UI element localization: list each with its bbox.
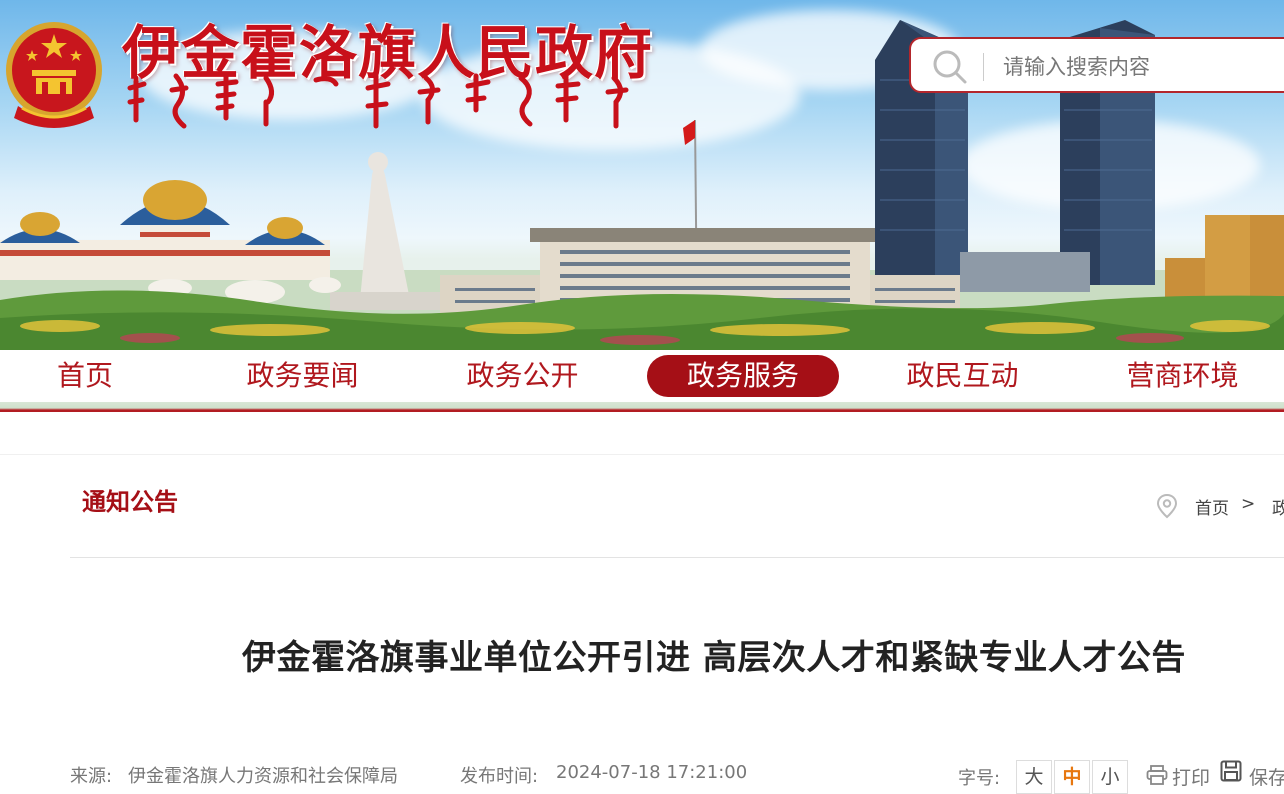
save-button[interactable]: 保存	[1249, 763, 1284, 790]
nav-item-government-disclosure[interactable]: 政务公开	[450, 355, 595, 397]
published-time: 2024-07-18 17:21:00	[556, 762, 748, 783]
national-emblem-icon	[6, 22, 102, 128]
mausoleum-pavilions	[0, 180, 330, 280]
printer-icon[interactable]	[1146, 765, 1168, 785]
article-source: 伊金霍洛旗人力资源和社会保障局	[128, 766, 398, 787]
section-title: 通知公告	[82, 488, 178, 516]
article-source-label: 来源:	[70, 766, 113, 787]
nav-item-home[interactable]: 首页	[35, 355, 135, 397]
mongolian-script-title	[127, 73, 629, 129]
nav-decorative-stripe	[0, 402, 1284, 412]
breadcrumb-item-current[interactable]: 政	[1272, 494, 1284, 519]
search-box[interactable]	[909, 37, 1284, 93]
search-divider	[983, 53, 984, 81]
search-icon[interactable]	[931, 48, 969, 86]
divider	[0, 454, 1284, 455]
breadcrumb-home[interactable]: 首页	[1195, 494, 1229, 519]
nav-item-business-environment[interactable]: 营商环境	[1110, 355, 1255, 397]
font-size-small-button[interactable]: 小	[1092, 760, 1128, 794]
breadcrumb-separator: >	[1241, 494, 1256, 514]
nav-item-government-news[interactable]: 政务要闻	[230, 355, 375, 397]
nav-item-public-interaction[interactable]: 政民互动	[890, 355, 1035, 397]
divider	[70, 557, 1284, 558]
font-size-label: 字号:	[958, 768, 1001, 789]
search-input[interactable]	[1001, 47, 1284, 87]
nav-item-government-services[interactable]: 政务服务	[647, 355, 839, 397]
font-size-large-button[interactable]: 大	[1016, 760, 1052, 794]
save-icon[interactable]	[1220, 760, 1242, 782]
font-size-medium-button[interactable]: 中	[1054, 760, 1090, 794]
golden-pillars	[1165, 215, 1284, 298]
published-time-label: 发布时间:	[460, 766, 539, 787]
header-banner: 伊金霍洛旗人民政府	[0, 0, 1284, 350]
article-title: 伊金霍洛旗事业单位公开引进 高层次人才和紧缺专业人才公告	[242, 638, 1186, 678]
print-button[interactable]: 打印	[1172, 763, 1210, 790]
location-pin-icon	[1156, 493, 1178, 519]
